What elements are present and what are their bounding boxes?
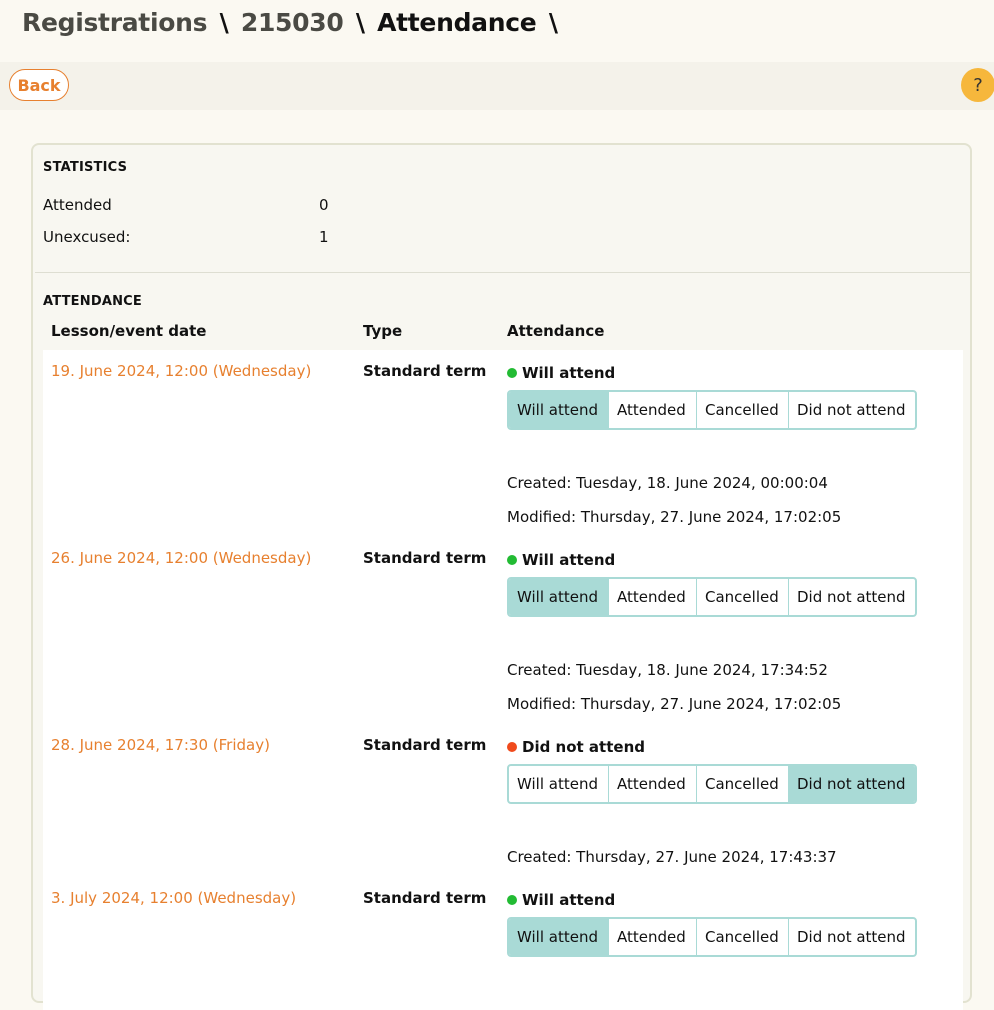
attendance-status-label: Did not attend (522, 738, 645, 756)
attendance-status-label: Will attend (522, 891, 616, 909)
option-cancelled-button[interactable]: Cancelled (697, 392, 789, 428)
option-cancelled-button[interactable]: Cancelled (697, 919, 789, 955)
created-timestamp: Created: Tuesday, 18. June 2024, 00:00:0… (507, 474, 828, 492)
option-will-attend-button[interactable]: Will attend (509, 766, 609, 802)
lesson-type: Standard term (363, 362, 487, 380)
column-header-date: Lesson/event date (51, 322, 207, 340)
attended-label: Attended (43, 196, 112, 214)
attendance-title: ATTENDANCE (43, 294, 142, 309)
breadcrumb-current: Attendance (377, 8, 537, 37)
attendance-status: Will attend (507, 364, 615, 382)
lesson-date-link[interactable]: 3. July 2024, 12:00 (Wednesday) (51, 889, 296, 907)
status-dot-icon (507, 742, 517, 752)
breadcrumb-separator: \ (548, 8, 558, 37)
unexcused-value: 1 (319, 228, 329, 246)
breadcrumb-separator: \ (355, 8, 365, 37)
attendance-status-label: Will attend (522, 364, 616, 382)
attendance-segmented-control: Will attend Attended Cancelled Did not atte… (507, 577, 917, 617)
option-will-attend-button[interactable]: Will attend (509, 919, 609, 955)
lesson-date-link[interactable]: 19. June 2024, 12:00 (Wednesday) (51, 362, 311, 380)
unexcused-label: Unexcused: (43, 228, 131, 246)
lesson-type: Standard term (363, 549, 487, 567)
status-dot-icon (507, 895, 517, 905)
created-timestamp: Created: Tuesday, 18. June 2024, 17:34:5… (507, 661, 828, 679)
attendance-status: Will attend (507, 891, 615, 909)
lesson-date-link[interactable]: 26. June 2024, 12:00 (Wednesday) (51, 549, 311, 567)
modified-timestamp: Modified: Thursday, 27. June 2024, 17:02… (507, 695, 842, 713)
option-attended-button[interactable]: Attended (609, 919, 697, 955)
attendance-segmented-control: Will attend Attended Cancelled Did not atte… (507, 764, 917, 804)
lesson-date-link[interactable]: 28. June 2024, 17:30 (Friday) (51, 736, 270, 754)
option-did-not-attend-button[interactable]: Did not attend (789, 392, 915, 428)
option-will-attend-button[interactable]: Will attend (509, 392, 609, 428)
breadcrumb: Registrations \ 215030 \ Attendance \ (22, 8, 562, 37)
option-will-attend-button[interactable]: Will attend (509, 579, 609, 615)
attendance-status-label: Will attend (522, 551, 616, 569)
section-divider (35, 272, 970, 273)
lesson-type: Standard term (363, 736, 487, 754)
statistics-title: STATISTICS (43, 160, 128, 175)
option-cancelled-button[interactable]: Cancelled (697, 766, 789, 802)
breadcrumb-registration-id[interactable]: 215030 (241, 8, 344, 37)
option-attended-button[interactable]: Attended (609, 766, 697, 802)
back-button[interactable]: Back (9, 69, 69, 101)
created-timestamp: Created: Thursday, 27. June 2024, 17:43:… (507, 848, 837, 866)
attendance-panel: STATISTICS Attended 0 Unexcused: 1 ATTEN… (31, 143, 972, 1010)
option-did-not-attend-button[interactable]: Did not attend (789, 919, 915, 955)
column-header-attendance: Attendance (507, 322, 605, 340)
option-cancelled-button[interactable]: Cancelled (697, 579, 789, 615)
help-button[interactable]: ? (961, 68, 994, 102)
breadcrumb-separator: \ (219, 8, 229, 37)
help-icon: ? (973, 74, 983, 96)
column-header-type: Type (363, 322, 403, 340)
modified-timestamp: Modified: Thursday, 27. June 2024, 17:02… (507, 508, 842, 526)
lesson-type: Standard term (363, 889, 487, 907)
status-dot-icon (507, 555, 517, 565)
attendance-table (43, 350, 963, 1010)
option-did-not-attend-button[interactable]: Did not attend (789, 579, 915, 615)
attended-value: 0 (319, 196, 329, 214)
attendance-segmented-control: Will attend Attended Cancelled Did not atte… (507, 917, 917, 957)
option-did-not-attend-button[interactable]: Did not attend (789, 766, 915, 802)
breadcrumb-registrations[interactable]: Registrations (22, 8, 207, 37)
status-dot-icon (507, 368, 517, 378)
option-attended-button[interactable]: Attended (609, 579, 697, 615)
attendance-status: Will attend (507, 551, 615, 569)
toolbar: Back ? (0, 62, 994, 110)
attendance-segmented-control: Will attend Attended Cancelled Did not atte… (507, 390, 917, 430)
attendance-status: Did not attend (507, 738, 645, 756)
option-attended-button[interactable]: Attended (609, 392, 697, 428)
